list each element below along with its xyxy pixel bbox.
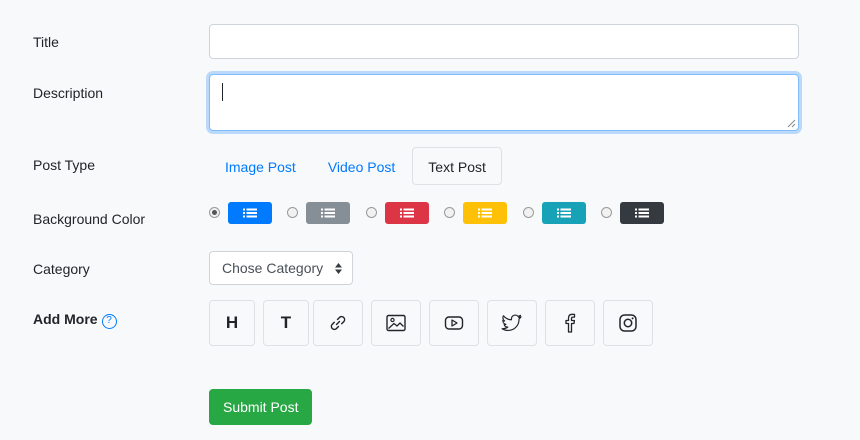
description-textarea[interactable]	[209, 74, 799, 131]
list-icon	[557, 208, 571, 218]
tab-image-post[interactable]: Image Post	[209, 147, 312, 185]
category-select[interactable]: Chose Category	[209, 251, 353, 285]
color-radio[interactable]	[523, 207, 534, 218]
instagram-icon	[619, 314, 637, 332]
link-icon	[330, 315, 346, 331]
category-label: Category	[33, 261, 90, 277]
add-more-label: Add More	[33, 311, 98, 327]
image-icon	[386, 314, 406, 332]
link-button[interactable]	[313, 300, 363, 346]
text-icon: T	[280, 313, 292, 332]
color-radio[interactable]	[287, 207, 298, 218]
heading-icon: H	[225, 313, 239, 332]
resize-handle-icon[interactable]	[787, 119, 796, 128]
color-radio[interactable]	[209, 207, 220, 218]
twitter-icon	[501, 314, 522, 332]
list-icon	[243, 208, 257, 218]
list-icon	[400, 208, 414, 218]
tab-text-post[interactable]: Text Post	[412, 147, 502, 185]
image-button[interactable]	[371, 300, 421, 346]
post-type-label: Post Type	[33, 157, 96, 173]
category-select-value: Chose Category	[222, 260, 324, 276]
color-swatch[interactable]	[542, 202, 586, 224]
color-radio[interactable]	[366, 207, 377, 218]
color-swatch[interactable]	[463, 202, 507, 224]
title-label: Title	[33, 34, 59, 50]
list-icon	[635, 208, 649, 218]
add-more-label-row: Add More?	[33, 311, 117, 329]
facebook-icon	[565, 313, 576, 333]
youtube-icon	[444, 316, 464, 330]
color-swatch[interactable]	[228, 202, 272, 224]
text-caret	[222, 83, 223, 101]
question-circle-icon[interactable]: ?	[101, 314, 117, 329]
submit-post-button[interactable]: Submit Post	[209, 389, 313, 425]
color-swatch[interactable]	[306, 202, 350, 224]
description-label: Description	[33, 85, 104, 101]
heading-button[interactable]: H	[209, 300, 255, 346]
select-arrows-icon	[335, 263, 342, 274]
instagram-button[interactable]	[603, 300, 653, 346]
list-icon	[478, 208, 492, 218]
text-button[interactable]: T	[263, 300, 309, 346]
title-input[interactable]	[209, 24, 799, 59]
background-color-label: Background Color	[33, 211, 146, 227]
post-type-tabs: Image Post Video Post Text Post	[209, 147, 502, 185]
twitter-button[interactable]	[487, 300, 537, 346]
list-icon	[321, 208, 335, 218]
facebook-button[interactable]	[545, 300, 595, 346]
color-swatch[interactable]	[620, 202, 664, 224]
color-radio[interactable]	[601, 207, 612, 218]
color-swatch[interactable]	[385, 202, 429, 224]
tab-video-post[interactable]: Video Post	[312, 147, 411, 185]
youtube-button[interactable]	[429, 300, 479, 346]
color-radio[interactable]	[444, 207, 455, 218]
